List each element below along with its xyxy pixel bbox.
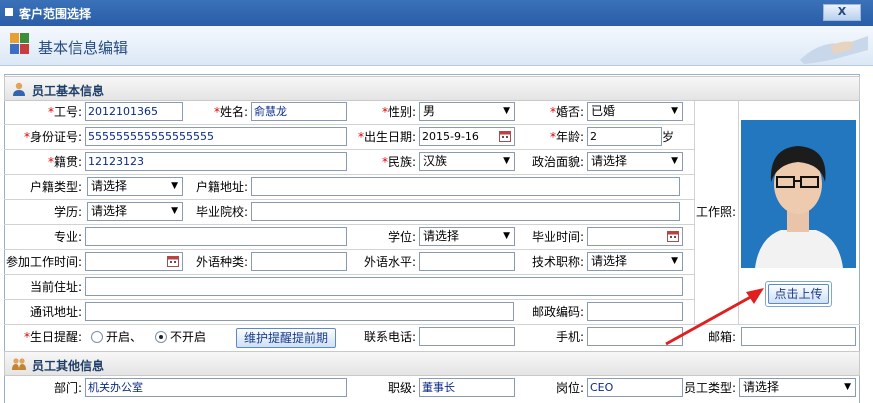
id-no-input[interactable]: 555555555555555555 — [85, 127, 347, 146]
remind-off-label: 不开启 — [170, 330, 207, 344]
age-unit: 岁 — [662, 130, 675, 144]
annotation-arrow-icon — [665, 288, 764, 346]
close-button[interactable]: X — [823, 4, 861, 21]
married-select[interactable]: 已婚 ▼ — [587, 102, 683, 121]
app-logo-icon — [10, 33, 29, 54]
tech-title-label: 技术职称: — [531, 255, 584, 269]
calendar-icon[interactable] — [667, 230, 679, 242]
political-select[interactable]: 请选择 ▼ — [587, 152, 683, 171]
page-title: 基本信息编辑 — [38, 39, 129, 57]
handshake-icon — [800, 36, 868, 64]
bday-remind-label: *生日提醒: — [23, 330, 82, 344]
name-label: *姓名: — [213, 105, 248, 119]
name-input[interactable]: 俞慧龙 — [251, 102, 347, 121]
native-label: *籍贯: — [47, 155, 82, 169]
hukou-addr-input[interactable] — [251, 177, 680, 196]
user-icon — [13, 82, 25, 96]
phone-label: 联系电话: — [363, 330, 416, 344]
group-icon — [12, 358, 26, 370]
age-input[interactable]: 2 — [587, 127, 662, 146]
mobile-label: 手机: — [555, 330, 584, 344]
dept-input[interactable]: 机关办公室 — [85, 378, 347, 397]
emp-no-label: *工号: — [47, 105, 82, 119]
gender-label: *性别: — [381, 105, 416, 119]
birth-label: *出生日期: — [357, 130, 416, 144]
major-input[interactable] — [85, 227, 347, 246]
window-icon — [5, 8, 13, 16]
section-basic-info: 员工基本信息 — [4, 76, 860, 101]
nation-label: *民族: — [381, 155, 416, 169]
birth-date-input[interactable]: 2015-9-16 — [419, 127, 515, 146]
section-other-info: 员工其他信息 — [4, 351, 860, 376]
rank-input[interactable]: 董事长 — [419, 378, 515, 397]
edu-select[interactable]: 请选择 ▼ — [87, 202, 183, 221]
dept-label: 部门: — [53, 381, 82, 395]
calendar-icon[interactable] — [499, 130, 511, 142]
upload-photo-button[interactable]: 点击上传 — [765, 281, 832, 307]
remind-on-radio[interactable] — [91, 331, 103, 343]
window-titlebar: 客户范围选择 X — [0, 0, 873, 26]
hukou-addr-label: 户籍地址: — [195, 180, 248, 194]
rank-label: 职级: — [387, 381, 416, 395]
lang-level-label: 外语水平: — [363, 255, 416, 269]
native-input[interactable]: 12123123 — [85, 152, 347, 171]
lang-type-label: 外语种类: — [195, 255, 248, 269]
lang-type-input[interactable] — [251, 252, 347, 271]
hukou-type-select[interactable]: 请选择 ▼ — [87, 177, 183, 196]
degree-label: 学位: — [387, 230, 416, 244]
remind-off-radio[interactable] — [155, 331, 167, 343]
major-label: 专业: — [53, 230, 82, 244]
photo-label: 工作照: — [695, 205, 736, 219]
window-title: 客户范围选择 — [19, 7, 92, 21]
work-start-input[interactable] — [85, 252, 183, 271]
age-label: *年龄: — [549, 130, 584, 144]
nation-select[interactable]: 汉族 ▼ — [419, 152, 515, 171]
emp-type-select[interactable]: 请选择 ▼ — [739, 378, 856, 397]
post-label: 岗位: — [555, 381, 584, 395]
remind-on-label: 开启、 — [106, 330, 143, 344]
lang-level-input[interactable] — [419, 252, 515, 271]
cur-addr-label: 当前住址: — [29, 280, 82, 294]
phone-input[interactable] — [419, 327, 515, 346]
divider — [4, 199, 694, 200]
postcode-label: 邮政编码: — [531, 305, 584, 319]
political-label: 政治面貌: — [531, 155, 584, 169]
married-label: *婚否: — [549, 105, 584, 119]
hukou-type-label: 户籍类型: — [29, 180, 82, 194]
school-label: 毕业院校: — [195, 205, 248, 219]
school-input[interactable] — [251, 202, 680, 221]
grad-time-label: 毕业时间: — [531, 230, 584, 244]
gender-select[interactable]: 男 ▼ — [419, 102, 515, 121]
mail-addr-label: 通讯地址: — [29, 305, 82, 319]
tech-title-select[interactable]: 请选择 ▼ — [587, 252, 683, 271]
work-start-label: 参加工作时间: — [5, 255, 82, 269]
divider — [4, 174, 694, 175]
maintain-remind-button[interactable]: 维护提醒提前期 — [236, 328, 336, 348]
calendar-icon[interactable] — [167, 255, 179, 267]
id-no-label: *身份证号: — [23, 130, 82, 144]
degree-select[interactable]: 请选择 ▼ — [419, 227, 515, 246]
employee-photo — [741, 120, 856, 268]
emp-no-input[interactable]: 2012101365 — [85, 102, 183, 121]
section-title: 员工其他信息 — [32, 359, 105, 373]
section-title: 员工基本信息 — [32, 84, 105, 98]
divider — [4, 274, 694, 275]
grad-time-input[interactable] — [587, 227, 683, 246]
post-input[interactable]: CEO — [587, 378, 683, 397]
mail-addr-input[interactable] — [85, 302, 514, 321]
cur-addr-input[interactable] — [85, 277, 683, 296]
page-header: 基本信息编辑 — [0, 26, 873, 66]
emp-type-label: 员工类型: — [684, 381, 737, 395]
divider — [4, 299, 694, 300]
edu-label: 学历: — [53, 205, 82, 219]
